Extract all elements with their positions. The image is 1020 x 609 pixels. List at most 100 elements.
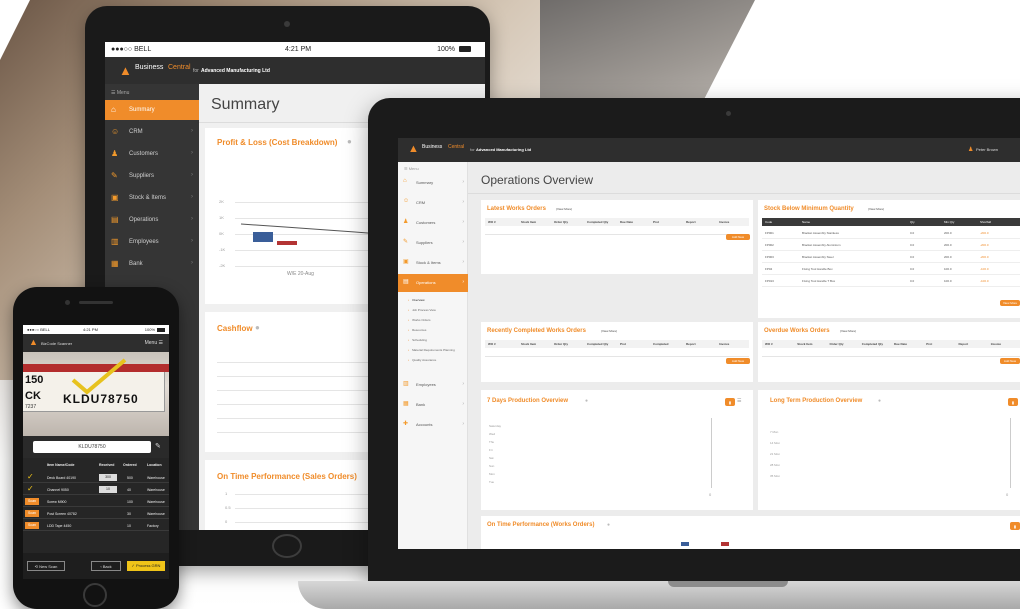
item-name: Deck Board 40190 [47, 476, 76, 480]
chevron-right-icon: › [191, 216, 193, 222]
brand-name: Business [422, 144, 443, 150]
axis-tick: Saturday [489, 424, 502, 428]
scan-badge[interactable]: Scan [25, 510, 39, 517]
sidebar-item-customers[interactable]: ♟ Customers › [398, 214, 468, 232]
sidebar-item-employees[interactable]: ▥ Employees › [105, 232, 199, 252]
submenu-item-material-requirements-planning[interactable]: • Material Requirements Planning [408, 348, 466, 352]
sidebar-item-crm[interactable]: ☺ CRM › [105, 122, 199, 142]
table-row[interactable]: Scan LDD Tape 4450 10 Factory [23, 520, 169, 531]
sidebar-icon: ▥ [111, 237, 119, 246]
otp-works-orders-panel: On Time Performance (Works Orders) ● ▮ [481, 516, 1020, 549]
sidebar-item-bank[interactable]: ▦ Bank › [398, 396, 468, 414]
seven-days-yaxis [711, 418, 712, 488]
table-row[interactable]: Scan Post Screen 40782 30 Warehouse [23, 508, 169, 519]
seven-days-zero: 0 [709, 492, 712, 497]
sidebar-icon: ✚ [403, 421, 409, 427]
phone-home-button[interactable] [83, 583, 107, 607]
sidebar-item-crm[interactable]: ☺ CRM › [398, 194, 468, 212]
sidebar-item-accounts[interactable]: ✚ Accounts › [398, 416, 468, 434]
bullet-icon: • [408, 328, 410, 332]
received-field[interactable] [99, 510, 117, 517]
sidebar-item-summary[interactable]: ⌂ Summary [105, 100, 199, 120]
sidebar-item-label: Customers [416, 220, 436, 225]
menu-button[interactable]: Menu ☰ [145, 340, 163, 346]
sidebar-item-operations[interactable]: ▤ Operations › [105, 210, 199, 230]
column-header: Report [686, 342, 696, 346]
submenu-item-overview[interactable]: • Overview [408, 298, 466, 302]
received-field[interactable] [99, 498, 117, 505]
user-menu[interactable]: Peter Brown [976, 147, 998, 152]
sidebar-item-summary[interactable]: ⌂ Summary › [398, 174, 468, 192]
sidebar-item-stock-items[interactable]: ▣ Stock & Items › [105, 188, 199, 208]
scan-badge[interactable]: Scan [25, 522, 39, 529]
sidebar-item-customers[interactable]: ♟ Customers › [105, 144, 199, 164]
latest-view-more[interactable]: (View More) [556, 207, 572, 211]
chevron-right-icon: › [462, 259, 464, 265]
sidebar-item-suppliers[interactable]: ✎ Suppliers › [105, 166, 199, 186]
received-field[interactable]: 300 [99, 474, 117, 481]
overdue-add-new-button[interactable]: Add New [1000, 358, 1020, 364]
column-header: Prot [620, 342, 626, 346]
received-field[interactable] [99, 522, 117, 529]
menu-toggle[interactable]: ☰ Menu [404, 166, 419, 171]
stock-view-more[interactable]: (View More) [868, 207, 884, 211]
latest-title: Latest Works Orders [487, 206, 546, 212]
sidebar-item-bank[interactable]: ▦ Bank › [105, 254, 199, 274]
scan-badge[interactable]: Scan [25, 498, 39, 505]
stock-table: Code Name Qty Min Qty Shortfall FP001 Bracket … [762, 218, 1020, 300]
table-row[interactable]: FP001 Bracket Assembly Stainless 0.0 200.0 -… [762, 228, 1020, 239]
code-input[interactable]: KLDU78750 [33, 441, 151, 453]
chevron-right-icon: › [462, 381, 464, 387]
received-field[interactable]: 10 [99, 486, 117, 493]
submenu-item-quality-assurance[interactable]: • Quality Assurance [408, 358, 466, 362]
sidebar-item-employees[interactable]: ▥ Employees › [398, 376, 468, 394]
back-button[interactable]: ‹ Back [91, 561, 121, 571]
recent-view-more[interactable]: (View More) [601, 329, 617, 333]
ordered-value: 500 [127, 476, 133, 480]
stock-view-more-button[interactable]: View More [1000, 300, 1020, 306]
laptop-device: ▲ Business Central for Advanced Manufact… [298, 98, 1020, 609]
chart-toggle-button[interactable]: ▮ [1010, 522, 1020, 530]
table-row[interactable]: Scan Screw M900 100 Warehouse [23, 496, 169, 507]
submenu-item-works-orders[interactable]: • Works Orders [408, 318, 466, 322]
recent-add-new-button[interactable]: Add New [726, 358, 750, 364]
column-header: Code [765, 220, 773, 224]
sidebar-item-stock-items[interactable]: ▣ Stock & Items › [398, 254, 468, 272]
column-header: Invoice [719, 342, 730, 346]
submenu-item-scheduling[interactable]: • Scheduling [408, 338, 466, 342]
table-cell: -200.0 [980, 243, 989, 247]
tablet-home-button[interactable] [272, 534, 302, 558]
table-cell: -200.0 [980, 231, 989, 235]
table-row[interactable]: FP04 Fixing Tool Handle Box 0.0 100.0 -100.0 [762, 264, 1020, 275]
process-grn-button[interactable]: ✓ Process GRN [127, 561, 165, 571]
sidebar-item-operations[interactable]: ▤ Operations › [398, 274, 468, 292]
table-row[interactable]: ✓ Deck Board 40190 300 500 Warehouse [23, 472, 169, 483]
table-cell: FP04 [765, 267, 773, 271]
table-row[interactable]: FP003 Bracket Assembly Steel 0.0 200.0 -200.… [762, 252, 1020, 263]
overdue-view-more[interactable]: (View More) [840, 329, 856, 333]
recent-table-header: WO # Stock Item Order Qty Completed Qty Prot… [485, 340, 749, 348]
sidebar-item-suppliers[interactable]: ✎ Suppliers › [398, 234, 468, 252]
submenu-item-resources[interactable]: • Resources [408, 328, 466, 332]
new-scan-button[interactable]: ⟲ New Scan [27, 561, 65, 571]
edit-pencil-icon[interactable]: ✎ [155, 442, 161, 450]
scan-badge-label: Scan [28, 511, 36, 515]
axis-tick: 0 [225, 519, 228, 524]
column-header: Shortfall [980, 220, 992, 224]
table-row[interactable]: FP002 Bracket Assembly Aluminium 0.0 200.0 -… [762, 240, 1020, 251]
item-name: Channel 9050 [47, 488, 69, 492]
sidebar-icon: ♟ [403, 219, 409, 225]
table-row[interactable]: FP013 Fixing Tool Handle T Box 0.0 100.0 -10… [762, 276, 1020, 287]
button-label: View More [1002, 301, 1018, 305]
menu-toggle[interactable]: ☰ Menu [111, 90, 129, 96]
table-row[interactable]: ✓ Channel 9050 10 40 Warehouse [23, 484, 169, 495]
long-term-axis: 7 Mon 14 Mon 21 Mon 28 Mon 35 Mon [758, 390, 1020, 510]
bullet-icon: • [408, 338, 410, 342]
table-cell: 200.0 [944, 231, 952, 235]
tablet-status-bar: ●●●○○ BELL 4:21 PM 100% [105, 42, 485, 57]
sidebar-icon: ▣ [111, 193, 119, 202]
stock-below-min-panel: Stock Below Minimum Quantity (View More)… [758, 200, 1020, 318]
latest-add-new-button[interactable]: Add New [726, 234, 750, 240]
scan-code-4: 7237 [25, 404, 37, 410]
submenu-item-job-process-view[interactable]: • Job Process View [408, 308, 466, 312]
